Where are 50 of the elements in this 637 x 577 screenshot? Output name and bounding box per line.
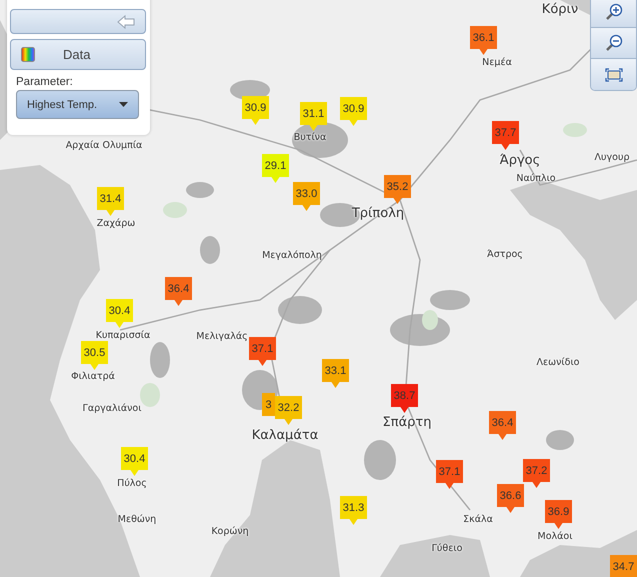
place-label: Βυτίνα	[294, 132, 326, 143]
parameter-label: Parameter:	[16, 76, 74, 88]
temperature-marker[interactable]: 3	[262, 393, 275, 416]
place-label: Νεμέα	[482, 57, 512, 68]
place-label: Μεγαλόπολη	[262, 250, 322, 261]
place-label: Γαργαλιάνοι	[82, 403, 142, 414]
forest-area	[563, 123, 587, 137]
color-spectrum-icon	[21, 47, 35, 62]
place-label: Σκάλα	[463, 514, 493, 525]
place-label: Αρχαία Ολυμπία	[66, 140, 142, 151]
urban-area	[200, 236, 220, 264]
urban-area	[150, 342, 170, 378]
place-label: Μελιγαλάς	[196, 331, 248, 342]
zoom-out-icon	[604, 34, 622, 52]
place-label: Λυγουρ	[594, 152, 630, 163]
place-label: Σπάρτη	[382, 415, 432, 430]
place-label: Κόριν	[542, 2, 578, 17]
place-label: Γύθειο	[432, 543, 462, 554]
urban-area	[292, 122, 348, 158]
place-label: Άργος	[500, 153, 540, 168]
place-label: Τρίπολη	[352, 206, 404, 221]
urban-area	[278, 296, 322, 324]
forest-area	[163, 202, 187, 218]
place-label: Κυπαρισσία	[96, 330, 150, 341]
place-label: Ζαχάρω	[96, 218, 136, 229]
urban-area	[430, 290, 470, 310]
urban-area	[364, 440, 396, 480]
data-tab[interactable]: Data	[10, 39, 146, 70]
forest-area	[422, 310, 438, 330]
place-label: Ναύπλιο	[516, 173, 556, 184]
place-label: Καλαμάτα	[252, 428, 318, 443]
urban-area	[186, 182, 214, 198]
full-extent-button[interactable]	[591, 59, 636, 90]
caret-icon	[119, 102, 128, 107]
place-label: Μεθώνη	[118, 514, 156, 525]
left-arrow-icon	[117, 14, 135, 28]
urban-area	[546, 430, 574, 450]
forest-area	[140, 383, 160, 407]
place-label: Κορώνη	[211, 526, 249, 537]
place-label: Άστρος	[487, 249, 523, 260]
zoom-in-button[interactable]	[591, 0, 636, 28]
place-label: Φιλιατρά	[71, 371, 115, 382]
full-extent-icon	[604, 68, 622, 82]
place-label: Μολάοι	[538, 531, 572, 542]
temperature-marker[interactable]: 34.7	[610, 555, 637, 577]
zoom-out-button[interactable]	[591, 28, 636, 59]
place-label: Λεωνίδιο	[536, 357, 580, 368]
parameter-dropdown[interactable]: Highest Temp.	[16, 90, 139, 119]
place-label: Πύλος	[117, 478, 147, 489]
zoom-in-icon	[604, 3, 622, 21]
